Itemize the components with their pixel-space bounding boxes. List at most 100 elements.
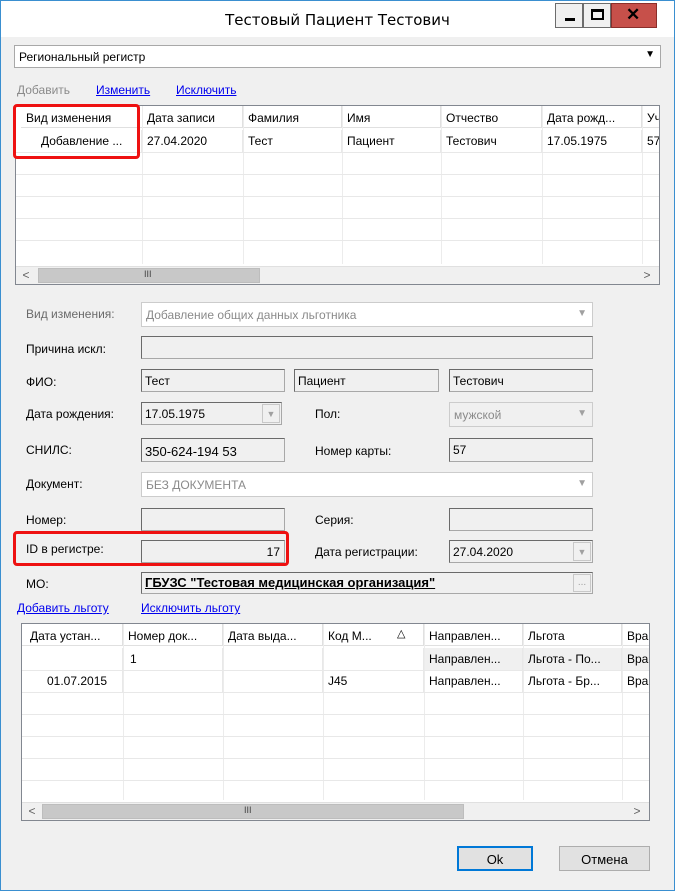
registration-date-value: 27.04.2020: [453, 545, 514, 559]
scroll-right-icon[interactable]: >: [629, 804, 645, 820]
add-record-link[interactable]: Добавить: [17, 83, 70, 97]
first-name-value: Пациент: [298, 374, 346, 388]
column-header[interactable]: Фамилия: [243, 106, 342, 128]
chevron-down-icon[interactable]: ▼: [262, 404, 280, 423]
column-header[interactable]: Дата устан...: [22, 624, 123, 646]
close-icon: ✕: [626, 5, 641, 24]
register-select[interactable]: Региональный регистр ▼: [14, 45, 661, 68]
table-cell: Тестович: [441, 130, 542, 152]
minimize-icon: [565, 18, 575, 21]
grip-icon: III: [144, 269, 152, 279]
mo-value: ГБУЗС "Тестовая медицинская организация": [145, 575, 436, 590]
snils-label: СНИЛС:: [26, 443, 72, 457]
number-label: Номер:: [26, 513, 67, 527]
column-header[interactable]: Дата записи: [142, 106, 243, 128]
table-cell: 1: [123, 648, 223, 670]
title-bar: Тестовый Пациент Тестович ✕: [1, 1, 674, 37]
scroll-right-icon[interactable]: >: [639, 268, 655, 284]
scroll-left-icon[interactable]: <: [18, 268, 34, 284]
chevron-down-icon: ▼: [577, 478, 587, 489]
edit-record-link[interactable]: Изменить: [96, 83, 150, 97]
add-benefit-link[interactable]: Добавить льготу: [17, 601, 109, 615]
maximize-icon: [591, 9, 604, 20]
series-field[interactable]: [449, 508, 593, 531]
table-cell: [22, 648, 123, 670]
table-cell: Льгота - Бр...: [523, 670, 622, 692]
table-cell: Направлен...: [424, 648, 523, 670]
reason-label: Причина искл:: [26, 342, 107, 356]
change-type-label: Вид изменения:: [26, 307, 115, 321]
maximize-button[interactable]: [583, 3, 611, 28]
table-cell: 01.07.2015: [22, 670, 123, 692]
table-cell: 27.04.2020: [142, 130, 243, 152]
table-cell: 17.05.1975: [542, 130, 642, 152]
column-header[interactable]: Имя: [342, 106, 441, 128]
highlight-box: [13, 104, 140, 159]
table-cell: Направлен...: [424, 670, 523, 692]
card-number-label: Номер карты:: [315, 444, 392, 458]
horizontal-scrollbar[interactable]: < III >: [22, 802, 649, 820]
birth-date-picker[interactable]: 17.05.1975 ▼: [141, 402, 282, 425]
series-label: Серия:: [315, 513, 354, 527]
column-header[interactable]: Код М... △: [323, 624, 424, 646]
dialog-window: Тестовый Пациент Тестович ✕ Региональный…: [0, 0, 675, 891]
horizontal-scrollbar[interactable]: < III >: [16, 266, 659, 284]
scroll-left-icon[interactable]: <: [24, 804, 40, 820]
snils-value: 350-624-194 53: [145, 444, 237, 459]
change-type-select[interactable]: Добавление общих данных льготника ▼: [141, 302, 593, 327]
card-number-value: 57: [453, 443, 467, 457]
number-field[interactable]: [141, 508, 285, 531]
last-name-field[interactable]: Тест: [141, 369, 285, 392]
middle-name-field[interactable]: Тестович: [449, 369, 593, 392]
benefits-grid[interactable]: Дата устан... Номер док... Дата выда... …: [21, 623, 650, 821]
register-select-value: Региональный регистр: [19, 50, 146, 64]
exclude-benefit-link[interactable]: Исключить льготу: [141, 601, 240, 615]
column-header[interactable]: Дата выда...: [223, 624, 323, 646]
column-header[interactable]: Отчество: [441, 106, 542, 128]
minimize-button[interactable]: [555, 3, 583, 28]
table-cell: 57: [647, 134, 660, 148]
snils-field[interactable]: 350-624-194 53: [141, 438, 285, 462]
ok-button[interactable]: Ok: [457, 846, 533, 871]
column-header-label: Код М...: [328, 629, 372, 643]
sex-label: Пол:: [315, 407, 341, 421]
middle-name-value: Тестович: [453, 374, 504, 388]
first-name-field[interactable]: Пациент: [294, 369, 439, 392]
scrollbar-thumb[interactable]: [42, 804, 464, 819]
exclude-record-link[interactable]: Исключить: [176, 83, 236, 97]
birth-date-label: Дата рождения:: [26, 407, 114, 421]
sort-asc-icon: △: [397, 628, 406, 640]
document-label: Документ:: [26, 477, 83, 491]
document-select[interactable]: БЕЗ ДОКУМЕНТА ▼: [141, 472, 593, 497]
document-value: БЕЗ ДОКУМЕНТА: [146, 478, 247, 492]
fio-label: ФИО:: [26, 375, 57, 389]
chevron-down-icon: ▼: [577, 308, 587, 319]
birth-date-value: 17.05.1975: [145, 407, 206, 421]
last-name-value: Тест: [145, 374, 170, 388]
registration-date-picker[interactable]: 27.04.2020 ▼: [449, 540, 593, 563]
table-cell: Вра: [627, 674, 649, 688]
highlight-box: [13, 531, 289, 566]
close-button[interactable]: ✕: [611, 3, 657, 28]
table-cell: [123, 670, 223, 692]
change-type-value: Добавление общих данных льготника: [146, 308, 357, 322]
table-cell: [223, 648, 323, 670]
sex-select[interactable]: мужской ▼: [449, 402, 593, 427]
mo-browse-button[interactable]: ...: [573, 574, 591, 592]
chevron-down-icon[interactable]: ▼: [573, 542, 591, 561]
mo-field[interactable]: ГБУЗС "Тестовая медицинская организация"…: [141, 572, 593, 594]
column-header[interactable]: Вра: [622, 624, 649, 646]
sex-value: мужской: [454, 408, 502, 422]
column-header[interactable]: Дата рожд...: [542, 106, 642, 128]
reason-field[interactable]: [141, 336, 593, 359]
cancel-button[interactable]: Отмена: [559, 846, 650, 871]
table-cell: [223, 670, 323, 692]
column-header[interactable]: Льгота: [523, 624, 622, 646]
column-header[interactable]: Направлен...: [424, 624, 523, 646]
table-cell: Вра: [622, 648, 649, 670]
card-number-field[interactable]: 57: [449, 438, 593, 462]
table-cell: [323, 648, 424, 670]
column-header[interactable]: Номер док...: [123, 624, 223, 646]
chevron-down-icon: ▼: [577, 408, 587, 419]
column-header[interactable]: Уч: [642, 106, 659, 128]
